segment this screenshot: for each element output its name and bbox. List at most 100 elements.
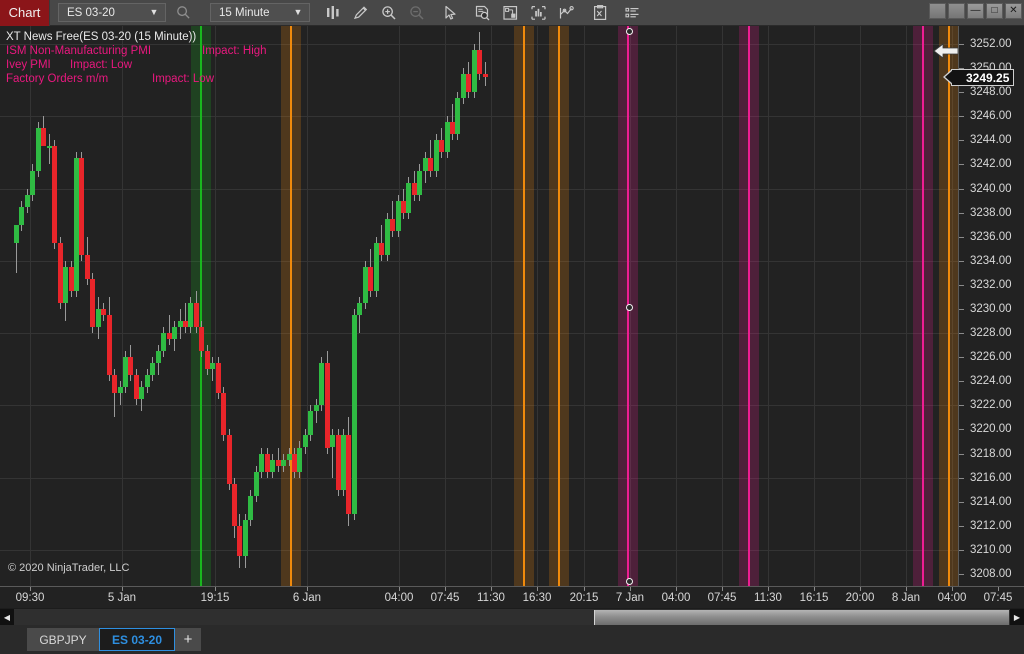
drawing-tools-icon[interactable]: [347, 1, 374, 25]
close-button[interactable]: ✕: [1005, 3, 1022, 19]
strategies-icon[interactable]: [553, 1, 580, 25]
candle-body: [227, 435, 232, 484]
price-axis[interactable]: 3252.00 3250.00 3248.00 3246.00 3244.00 3242.…: [942, 26, 1024, 586]
candle-body: [303, 435, 308, 448]
candle-wick: [120, 381, 121, 406]
time-tick-label: 11:30: [477, 592, 505, 604]
search-icon[interactable]: [170, 1, 197, 25]
candle-body: [254, 471, 259, 496]
time-tick-label: 07:45: [983, 592, 1013, 604]
candle-body: [259, 453, 264, 472]
panel-button-2[interactable]: [948, 3, 965, 19]
scrollbar-track[interactable]: [14, 609, 1010, 626]
candle-body: [188, 302, 193, 328]
add-tab-button[interactable]: +: [175, 628, 202, 651]
candle-body: [150, 363, 155, 376]
chart-tab-bar: GBPJPY ES 03-20 +: [0, 625, 1024, 654]
candle-body: [145, 375, 150, 388]
price-tick-label: 3222.00: [970, 399, 1012, 411]
candle-body: [199, 327, 204, 352]
chart-tab-gbpjpy[interactable]: GBPJPY: [27, 628, 99, 651]
zoom-out-icon[interactable]: [403, 1, 430, 25]
news-marker-selection-handle[interactable]: [625, 28, 633, 35]
candle-body: [156, 351, 161, 364]
panel-button-1[interactable]: [929, 3, 946, 19]
cursor-pointer-icon[interactable]: [436, 1, 463, 25]
time-tick-label: 04:00: [384, 592, 414, 604]
grid-line-vertical: [307, 26, 308, 586]
news-marker-line[interactable]: [523, 26, 525, 586]
candle-wick: [49, 134, 50, 165]
chart-area[interactable]: XT News Free(ES 03-20 (15 Minute)) ISM N…: [0, 26, 1024, 586]
time-tick-label: 20:15: [569, 592, 599, 604]
copyright-label: © 2020 NinjaTrader, LLC: [8, 562, 130, 574]
zoom-in-icon[interactable]: [375, 1, 402, 25]
horizontal-scrollbar[interactable]: ◀ ▶: [0, 608, 1024, 626]
chart-menu-button[interactable]: Chart: [0, 0, 50, 26]
price-tick-label: 3234.00: [970, 255, 1012, 267]
candle-body: [14, 224, 19, 243]
chart-trader-icon[interactable]: [586, 1, 613, 25]
properties-list-icon[interactable]: [619, 1, 646, 25]
time-tick-label: 6 Jan: [292, 592, 322, 604]
maximize-button[interactable]: □: [986, 3, 1003, 19]
news-marker-line[interactable]: [558, 26, 560, 586]
candle-body: [352, 315, 357, 514]
candle-body: [455, 98, 460, 135]
candle-body: [216, 363, 221, 394]
news-marker-line[interactable]: [748, 26, 750, 586]
candle-body: [107, 315, 112, 376]
candle-body: [428, 158, 433, 171]
candle-body: [172, 327, 177, 340]
scroll-right-arrow-icon[interactable]: ▶: [1010, 608, 1024, 626]
candle-body: [297, 447, 302, 472]
news-marker-line[interactable]: [948, 26, 950, 586]
news-marker-selection-handle[interactable]: [625, 304, 633, 311]
interval-selector-value: 15 Minute: [219, 6, 270, 19]
interval-selector[interactable]: 15 Minute ▼: [210, 3, 310, 22]
time-tick-label: 11:30: [754, 592, 782, 604]
close-icon: ✕: [1009, 5, 1018, 16]
candle-body: [330, 435, 335, 448]
price-tick-label: 3212.00: [970, 520, 1012, 532]
time-tick-label: 04:00: [937, 592, 967, 604]
grid-line-vertical: [768, 26, 769, 586]
grid-line-vertical: [399, 26, 400, 586]
price-tick-label: 3248.00: [970, 86, 1012, 98]
candle-body: [128, 357, 133, 376]
candle-body: [417, 170, 422, 195]
news-marker-line[interactable]: [290, 26, 292, 586]
scroll-left-arrow-icon[interactable]: ◀: [0, 608, 14, 626]
candle-body: [41, 128, 46, 147]
time-axis[interactable]: 09:30 5 Jan 19:15 6 Jan 04:00 07:45 11:30 16:30…: [0, 586, 1024, 608]
candle-body: [194, 302, 199, 328]
chart-tab-es-03-20[interactable]: ES 03-20: [99, 628, 176, 651]
candle-body: [90, 278, 95, 328]
indicators-icon[interactable]: [525, 1, 552, 25]
chart-plot[interactable]: [0, 26, 958, 586]
price-tick-label: 3208.00: [970, 568, 1012, 580]
time-tick-label: 19:15: [200, 592, 230, 604]
instrument-selector[interactable]: ES 03-20 ▼: [58, 3, 166, 22]
candle-body: [466, 74, 471, 93]
price-tick-label: 3240.00: [970, 183, 1012, 195]
order-flow-icon[interactable]: [497, 1, 524, 25]
price-tick-label: 3238.00: [970, 207, 1012, 219]
grid-line-vertical: [30, 26, 31, 586]
news-marker-line[interactable]: [922, 26, 924, 586]
price-tick-label: 3226.00: [970, 351, 1012, 363]
scrollbar-thumb[interactable]: [594, 609, 1009, 625]
candle-body: [281, 459, 286, 466]
candle-body: [118, 387, 123, 394]
price-tick-label: 3252.00: [970, 38, 1012, 50]
chart-type-icon[interactable]: [319, 1, 346, 25]
candle-body: [221, 393, 226, 436]
news-marker-selection-handle[interactable]: [625, 578, 633, 585]
price-tick-label: 3230.00: [970, 303, 1012, 315]
news-marker-line[interactable]: [200, 26, 202, 586]
minimize-button[interactable]: —: [967, 3, 984, 19]
grid-line-vertical: [215, 26, 216, 586]
data-series-icon[interactable]: [469, 1, 496, 25]
price-tick-label: 3214.00: [970, 496, 1012, 508]
chart-tab-gbpjpy-label: GBPJPY: [39, 632, 87, 647]
